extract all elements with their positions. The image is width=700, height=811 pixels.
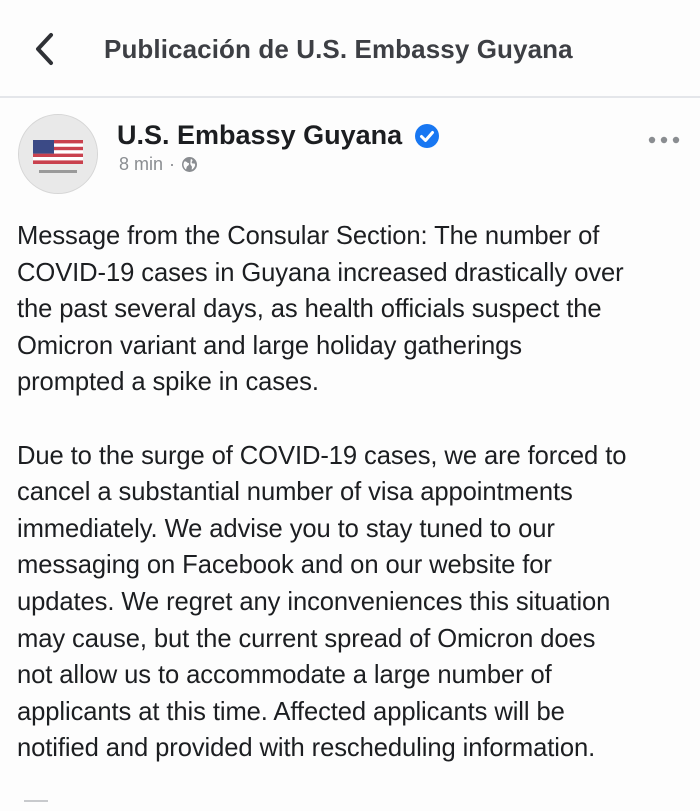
more-options-button[interactable] [644,122,684,158]
post-paragraph-2: Due to the surge of COVID-19 cases, we a… [17,441,627,763]
back-button[interactable] [22,26,68,72]
meta-separator: · [169,154,176,174]
page-title: Publicación de U.S. Embassy Guyana [104,34,573,64]
post-paragraph-1: Message from the Consular Section: The n… [17,222,624,397]
post-text: Message from the Consular Section: The n… [17,218,689,767]
post-meta: 8 min · [119,154,198,175]
post-screen: Publicación de U.S. Embassy Guyana U.S. … [0,0,700,811]
globe-icon [182,157,198,172]
verified-badge-icon [415,123,440,148]
avatar[interactable] [18,114,98,194]
page-name[interactable]: U.S. Embassy Guyana [117,120,402,151]
page-name-row: U.S. Embassy Guyana [117,120,440,151]
header-divider [0,96,700,98]
top-bar: Publicación de U.S. Embassy Guyana [0,0,700,100]
chevron-left-icon [36,33,53,65]
bottom-edge-hint [24,800,48,811]
us-flag-avatar-icon [19,115,97,193]
more-horizontal-icon [648,136,680,144]
post-time[interactable]: 8 min [119,154,163,175]
